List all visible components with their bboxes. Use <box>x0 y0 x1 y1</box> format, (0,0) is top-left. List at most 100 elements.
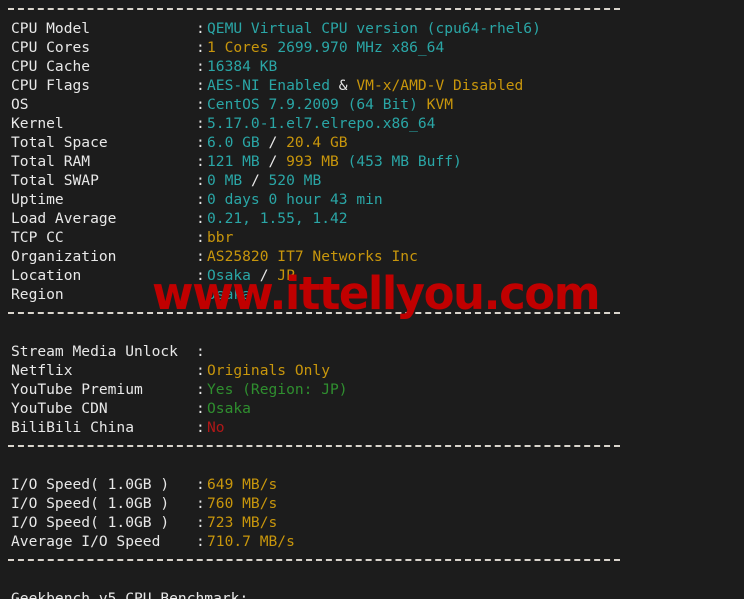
row-value: Osaka <box>207 286 251 303</box>
row-label: Total SWAP <box>11 172 99 189</box>
output-row: TCP CC: bbr <box>0 228 744 247</box>
row-value: 5.17.0-1.el7.elrepo.x86_64 <box>207 115 436 132</box>
row-value: AES-NI Enabled <box>207 77 331 94</box>
output-row: I/O Speed( 1.0GB ):760 MB/s <box>0 494 744 513</box>
row-value: VM-x/AMD-V Disabled <box>356 77 524 94</box>
row-label: YouTube Premium <box>11 381 143 398</box>
row-label: I/O Speed( 1.0GB ) <box>11 495 170 512</box>
row-value: 0 days 0 hour 43 min <box>207 191 383 208</box>
row-label: I/O Speed( 1.0GB ) <box>11 514 170 531</box>
output-row: YouTube Premium: Yes (Region: JP) <box>0 380 744 399</box>
separator-rule <box>8 8 620 10</box>
row-colon: : <box>196 248 205 265</box>
row-label: Kernel <box>11 115 64 132</box>
output-row: Total Space:6.0 GB / 20.4 GB <box>0 133 744 152</box>
separator-rule <box>8 445 620 447</box>
separator-line-1 <box>0 0 744 19</box>
row-value: JP <box>277 267 295 284</box>
row-label: CPU Flags <box>11 77 91 94</box>
row-label: Region <box>11 286 64 303</box>
row-value: 16384 KB <box>207 58 278 75</box>
output-row: I/O Speed( 1.0GB ):649 MB/s <box>0 475 744 494</box>
row-value: 760 MB/s <box>207 495 278 512</box>
row-colon: : <box>196 267 205 284</box>
row-colon: : <box>196 96 205 113</box>
row-colon: : <box>196 419 205 436</box>
row-value: 1 Cores <box>207 39 269 56</box>
output-row: OS: CentOS 7.9.2009 (64 Bit) KVM <box>0 95 744 114</box>
separator-rule <box>8 312 620 314</box>
row-label: Uptime <box>11 191 64 208</box>
row-label: Average I/O Speed <box>11 533 161 550</box>
row-colon: : <box>196 172 205 189</box>
output-row: Region: Osaka <box>0 285 744 304</box>
row-colon: : <box>196 115 205 132</box>
row-colon: : <box>196 58 205 75</box>
row-value: bbr <box>207 229 234 246</box>
row-value: 2699.970 MHz x86_64 <box>277 39 445 56</box>
row-value: 993 MB <box>286 153 339 170</box>
row-label: Total Space <box>11 134 108 151</box>
terminal-window: CPU Model: QEMU Virtual CPU version (cpu6… <box>0 0 744 599</box>
row-value: (453 MB Buff) <box>338 153 462 170</box>
output-row: CPU Cache:16384 KB <box>0 57 744 76</box>
row-value: Originals Only <box>207 362 331 379</box>
row-colon: : <box>196 400 205 417</box>
row-colon: : <box>196 495 205 512</box>
row-colon: : <box>196 476 205 493</box>
row-value: 20.4 GB <box>286 134 348 151</box>
row-label: CPU Cache <box>11 58 91 75</box>
row-label: I/O Speed( 1.0GB ) <box>11 476 170 493</box>
row-value <box>269 39 278 56</box>
output-row: Kernel:5.17.0-1.el7.elrepo.x86_64 <box>0 114 744 133</box>
row-colon: : <box>196 286 205 303</box>
output-row: CPU Flags: AES-NI Enabled & VM-x/AMD-V Di… <box>0 76 744 95</box>
row-colon: : <box>196 343 205 360</box>
output-row: Stream Media Unlock: <box>0 342 744 361</box>
row-colon: : <box>196 191 205 208</box>
row-colon: : <box>196 77 205 94</box>
row-colon: : <box>196 514 205 531</box>
row-value: KVM <box>426 96 454 113</box>
row-label: BiliBili China <box>11 419 135 436</box>
separator-line-4 <box>0 551 744 570</box>
output-row: CPU Cores:1 Cores 2699.970 MHz x86_64 <box>0 38 744 57</box>
row-value: No <box>207 419 225 436</box>
row-label: Load Average <box>11 210 117 227</box>
output-row: Organization: AS25820 IT7 Networks Inc <box>0 247 744 266</box>
row-value: 649 MB/s <box>207 476 278 493</box>
section-heading: Geekbench v5 CPU Benchmark: <box>11 590 249 599</box>
row-value: 0.21, 1.55, 1.42 <box>207 210 348 227</box>
output-row: CPU Model: QEMU Virtual CPU version (cpu6… <box>0 19 744 38</box>
row-colon: : <box>196 381 205 398</box>
row-label: CPU Model <box>11 20 91 37</box>
output-row: Netflix: Originals Only <box>0 361 744 380</box>
row-colon: : <box>196 362 205 379</box>
output-row: Total SWAP:0 MB / 520 MB <box>0 171 744 190</box>
row-value: CentOS 7.9.2009 (64 Bit) <box>207 96 427 113</box>
row-label: YouTube CDN <box>11 400 108 417</box>
row-colon: : <box>196 134 205 151</box>
row-colon: : <box>196 20 205 37</box>
row-value: 6.0 GB <box>207 134 260 151</box>
row-value: / <box>259 153 287 170</box>
separator-line-3 <box>0 437 744 456</box>
row-value: 520 MB <box>268 172 322 189</box>
row-value: / <box>242 172 269 189</box>
row-value: 0 MB <box>207 172 243 189</box>
row-label: Netflix <box>11 362 73 379</box>
separator-line-2 <box>0 304 744 323</box>
output-row: Average I/O Speed:710.7 MB/s <box>0 532 744 551</box>
output-row: Uptime:0 days 0 hour 43 min <box>0 190 744 209</box>
terminal-output: CPU Model: QEMU Virtual CPU version (cpu6… <box>0 0 744 599</box>
output-row: I/O Speed( 1.0GB ):723 MB/s <box>0 513 744 532</box>
output-row: YouTube CDN: Osaka <box>0 399 744 418</box>
row-label: OS <box>11 96 29 113</box>
row-value: Osaka <box>207 267 251 284</box>
output-row: Total RAM:121 MB / 993 MB (453 MB Buff) <box>0 152 744 171</box>
row-value: / <box>259 134 287 151</box>
row-value: 723 MB/s <box>207 514 278 531</box>
